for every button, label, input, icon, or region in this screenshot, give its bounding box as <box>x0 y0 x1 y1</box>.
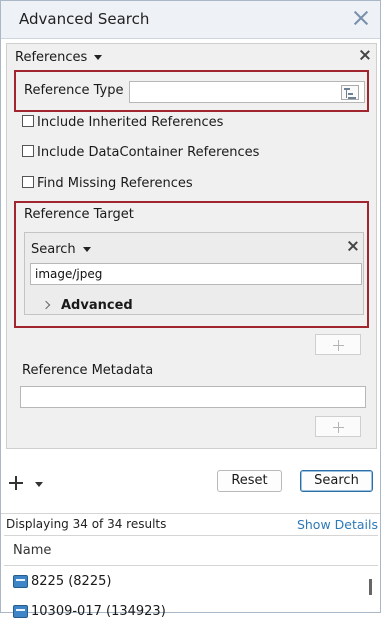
reference-metadata-input[interactable] <box>20 386 366 408</box>
reference-metadata-label: Reference Metadata <box>22 363 154 378</box>
show-details-link[interactable]: Show Details <box>297 517 378 532</box>
list-item[interactable]: 8225 (8225) <box>4 567 364 597</box>
results-count: Displaying 34 of 34 results <box>6 517 167 531</box>
search-dropdown[interactable]: Search <box>31 242 91 257</box>
include-datacontainer-references-option[interactable]: Include DataContainer References <box>22 145 259 160</box>
search-dropdown-label: Search <box>31 242 76 257</box>
remove-search-icon[interactable] <box>346 239 360 253</box>
reference-target-search-box: Search image/jpeg Advanced <box>24 232 364 315</box>
include-datacontainer-references-label: Include DataContainer References <box>37 145 260 160</box>
chevron-down-icon <box>82 247 91 252</box>
object-icon <box>13 575 28 588</box>
reference-type-highlight: Reference Type <box>14 70 369 112</box>
include-inherited-references-label: Include Inherited References <box>37 115 224 130</box>
reference-type-label: Reference Type <box>24 83 124 98</box>
reference-type-input[interactable] <box>129 81 365 103</box>
name-column-label: Name <box>13 543 52 558</box>
object-icon <box>13 605 28 618</box>
results-header: Displaying 34 of 34 results Show Details <box>1 513 380 535</box>
include-inherited-references-option[interactable]: Include Inherited References <box>22 115 223 130</box>
search-value-input[interactable]: image/jpeg <box>30 263 362 285</box>
list-item-label: 10309-017 (134923) <box>31 604 166 619</box>
search-button[interactable]: Search <box>300 470 373 492</box>
advanced-toggle[interactable]: Advanced <box>41 298 133 313</box>
results-scrollbar[interactable] <box>369 579 372 595</box>
title-bar: Advanced Search <box>1 1 380 39</box>
chevron-down-icon <box>94 55 103 60</box>
reference-target-highlight: Reference Target Search image/jpeg Advan… <box>14 201 369 328</box>
find-missing-references-checkbox[interactable] <box>22 176 34 188</box>
type-picker-icon[interactable] <box>341 85 359 100</box>
chevron-right-icon <box>41 300 51 310</box>
add-criteria-icon[interactable] <box>9 475 25 491</box>
reference-target-label: Reference Target <box>24 207 134 222</box>
find-missing-references-label: Find Missing References <box>37 176 193 191</box>
remove-references-icon[interactable] <box>358 48 372 62</box>
include-inherited-references-checkbox[interactable] <box>22 115 34 127</box>
name-column-header[interactable]: Name <box>4 535 378 566</box>
advanced-label: Advanced <box>61 298 133 313</box>
chevron-down-icon[interactable] <box>35 482 43 487</box>
reset-button[interactable]: Reset <box>217 470 282 492</box>
references-dropdown[interactable]: References <box>15 50 103 65</box>
list-item-label: 8225 (8225) <box>31 574 112 589</box>
window-title: Advanced Search <box>19 10 150 28</box>
close-icon[interactable] <box>350 7 372 29</box>
add-reference-metadata-button[interactable] <box>315 416 361 437</box>
references-panel: References Reference Type Include Inheri… <box>6 43 377 449</box>
find-missing-references-option[interactable]: Find Missing References <box>22 176 193 191</box>
add-reference-target-button[interactable] <box>315 334 361 355</box>
references-dropdown-label: References <box>15 50 88 65</box>
include-datacontainer-references-checkbox[interactable] <box>22 145 34 157</box>
list-item[interactable]: 10309-017 (134923) <box>4 597 364 627</box>
advanced-search-window: Advanced Search References Reference Typ… <box>0 0 381 619</box>
